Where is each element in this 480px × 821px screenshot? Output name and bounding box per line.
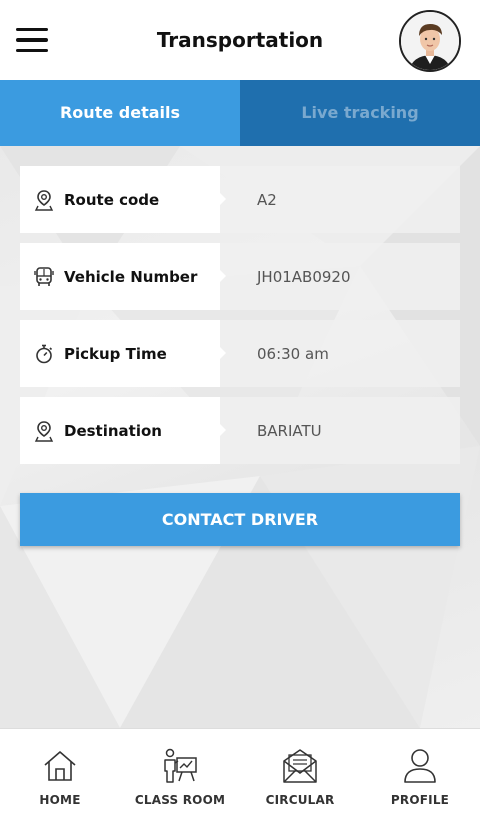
home-icon: [44, 751, 76, 781]
detail-row-destination: Destination BARIATU: [20, 397, 460, 464]
profile-icon: [404, 749, 436, 783]
detail-row-route-code: Route code A2: [20, 166, 460, 233]
classroom-icon: [164, 748, 197, 783]
detail-value: JH01AB0920: [220, 243, 460, 310]
tab-bar: Route details Live tracking: [0, 80, 480, 146]
stopwatch-icon: [32, 342, 56, 366]
route-details-list: Route code A2 Vehicle Number JH01AB0920 …: [20, 166, 460, 474]
location-pin-icon: [32, 188, 56, 212]
detail-value: A2: [220, 166, 460, 233]
detail-row-vehicle-number: Vehicle Number JH01AB0920: [20, 243, 460, 310]
app-header: Transportation: [0, 0, 480, 80]
bottom-navigation: HOME CLASS ROOM CIRCULAR PROFILE: [0, 728, 480, 821]
nav-label: PROFILE: [390, 793, 450, 807]
user-avatar[interactable]: [399, 10, 461, 72]
tab-live-tracking[interactable]: Live tracking: [240, 80, 480, 146]
nav-item-home[interactable]: HOME: [0, 729, 120, 821]
envelope-icon: [283, 749, 317, 783]
detail-value: BARIATU: [220, 397, 460, 464]
location-pin-icon: [32, 419, 56, 443]
bus-icon: [32, 265, 56, 289]
detail-label: Route code: [64, 190, 160, 209]
contact-driver-button[interactable]: CONTACT DRIVER: [20, 493, 460, 546]
detail-label: Vehicle Number: [64, 267, 198, 286]
hamburger-menu-icon[interactable]: [16, 22, 56, 58]
detail-label: Pickup Time: [64, 344, 167, 363]
nav-item-class-room[interactable]: CLASS ROOM: [120, 729, 240, 821]
detail-row-pickup-time: Pickup Time 06:30 am: [20, 320, 460, 387]
nav-item-profile[interactable]: PROFILE: [360, 729, 480, 821]
nav-label: CIRCULAR: [265, 793, 335, 807]
nav-label: CLASS ROOM: [134, 793, 226, 807]
detail-label: Destination: [64, 421, 162, 440]
tab-route-details[interactable]: Route details: [0, 80, 240, 146]
nav-item-circular[interactable]: CIRCULAR: [240, 729, 360, 821]
detail-value: 06:30 am: [220, 320, 460, 387]
nav-label: HOME: [39, 793, 81, 807]
